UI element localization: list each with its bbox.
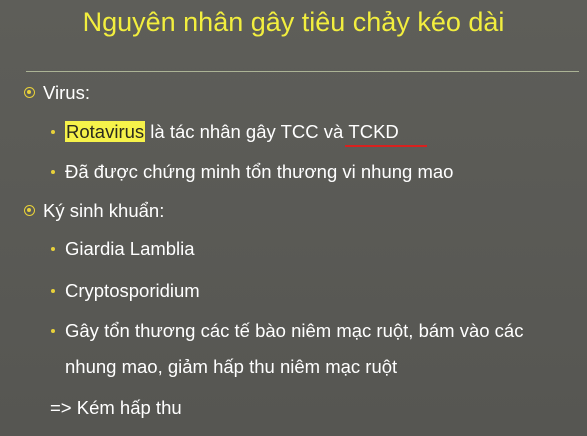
bullet-mucosa-damage: Gây tổn thương các tế bào niêm mạc ruột,… <box>51 320 523 342</box>
tckd-underlined: TCKD <box>345 121 428 147</box>
bullet-cryptosporidium: Cryptosporidium <box>51 280 200 302</box>
bullet-villi-damage: Đã được chứng minh tổn thương vi nhung m… <box>51 161 453 183</box>
circle-bullet-icon <box>24 87 35 98</box>
giardia-text: Giardia Lamblia <box>65 238 195 259</box>
virus-heading: Virus: <box>43 82 90 103</box>
bullet-rotavirus: Rotavirus là tác nhân gây TCC và TCKD <box>51 121 428 147</box>
bullet-parasite: Ký sinh khuẩn: <box>24 200 164 222</box>
dot-bullet-icon <box>51 289 55 293</box>
rotavirus-text: là tác nhân gây TCC và <box>145 121 349 142</box>
dot-bullet-icon <box>51 170 55 174</box>
dot-bullet-icon <box>51 130 55 134</box>
circle-bullet-icon <box>24 205 35 216</box>
parasite-heading: Ký sinh khuẩn: <box>43 200 165 221</box>
mucosa-damage-line1: Gây tổn thương các tế bào niêm mạc ruột,… <box>65 320 524 341</box>
slide-title: Nguyên nhân gây tiêu chảy kéo dài <box>82 7 505 37</box>
title-divider <box>26 71 579 72</box>
conclusion-text: => Kém hấp thu <box>50 397 182 418</box>
dot-bullet-icon <box>51 247 55 251</box>
mucosa-damage-continuation: nhung mao, giảm hấp thu niêm mạc ruột <box>65 356 398 377</box>
bullet-giardia: Giardia Lamblia <box>51 238 195 260</box>
cryptosporidium-text: Cryptosporidium <box>65 280 200 301</box>
bullet-virus: Virus: <box>24 82 90 104</box>
villi-damage-text: Đã được chứng minh tổn thương vi nhung m… <box>65 161 454 182</box>
slide: Nguyên nhân gây tiêu chảy kéo dài Virus:… <box>0 0 587 436</box>
rotavirus-highlight: Rotavirus <box>65 121 146 142</box>
dot-bullet-icon <box>51 329 55 333</box>
